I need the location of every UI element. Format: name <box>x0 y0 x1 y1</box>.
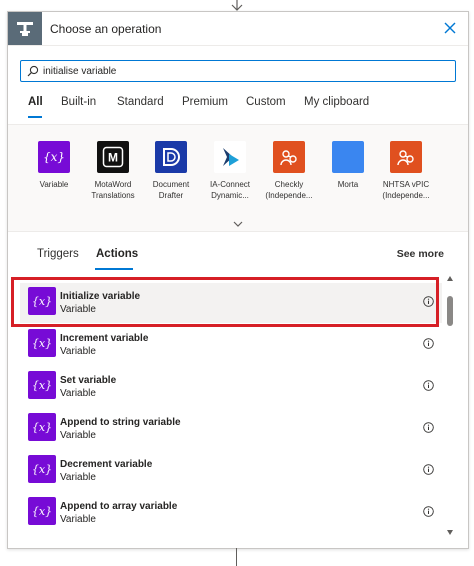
active-tab-indicator <box>95 268 133 270</box>
info-icon[interactable] <box>423 506 434 517</box>
connector-morta[interactable]: Morta <box>319 141 377 190</box>
connector-label: Morta <box>337 180 359 189</box>
action-subtitle: Variable <box>60 388 96 399</box>
tab-my-clipboard[interactable]: My clipboard <box>304 96 369 108</box>
close-icon <box>444 22 456 34</box>
action-title: Append to string variable <box>60 417 181 428</box>
nhtsa-icon <box>390 141 422 173</box>
tab-built-in[interactable]: Built-in <box>61 96 96 108</box>
connector-label: Document Drafter <box>152 180 190 200</box>
morta-icon <box>332 141 364 173</box>
connector-label: MotaWord Translations <box>91 180 135 200</box>
connector-line <box>236 548 237 566</box>
action-item-set-variable[interactable]: {x} Set variable Variable <box>20 367 442 407</box>
scroll-down-arrow-icon[interactable] <box>447 530 453 535</box>
info-icon[interactable] <box>423 422 434 433</box>
see-more-link[interactable]: See more <box>397 248 444 260</box>
variable-icon: {x} <box>28 329 56 357</box>
scrollbar[interactable] <box>445 276 455 540</box>
action-title: Initialize variable <box>60 291 141 302</box>
action-tabs: Triggers Actions See more <box>8 234 468 276</box>
action-subtitle: Variable <box>60 304 96 315</box>
close-button[interactable] <box>440 18 460 38</box>
document-drafter-icon <box>155 141 187 173</box>
variable-icon: {x} <box>38 141 70 173</box>
tab-actions[interactable]: Actions <box>96 248 138 260</box>
tab-standard[interactable]: Standard <box>117 96 164 108</box>
action-item-decrement-variable[interactable]: {x} Decrement variable Variable <box>20 451 442 491</box>
search-icon <box>27 65 39 77</box>
connector-document-drafter[interactable]: Document Drafter <box>142 141 200 201</box>
action-title: Decrement variable <box>60 459 153 470</box>
connector-variable[interactable]: {x} Variable <box>25 141 83 190</box>
action-item-append-to-array-variable[interactable]: {x} Append to array variable Variable <box>20 493 442 533</box>
info-icon[interactable] <box>423 296 434 307</box>
action-subtitle: Variable <box>60 514 96 525</box>
action-subtitle: Variable <box>60 430 96 441</box>
action-title: Increment variable <box>60 333 149 344</box>
connector-checkly[interactable]: Checkly (Independe... <box>260 141 318 201</box>
choose-operation-panel: Choose an operation All Built-in Standar… <box>7 11 469 549</box>
connector-label: Variable <box>39 180 69 189</box>
tab-custom[interactable]: Custom <box>246 96 286 108</box>
tab-premium[interactable]: Premium <box>182 96 228 108</box>
connectors-panel: {x} Variable M MotaWord Translations Doc… <box>8 124 468 232</box>
action-title: Set variable <box>60 375 117 386</box>
motaword-icon: M <box>97 141 129 173</box>
action-item-append-to-string-variable[interactable]: {x} Append to string variable Variable <box>20 409 442 449</box>
checkly-icon <box>273 141 305 173</box>
connector-nhtsa[interactable]: NHTSA vPIC (Independe... <box>377 141 435 201</box>
active-tab-indicator <box>28 116 42 118</box>
connector-motaword[interactable]: M MotaWord Translations <box>84 141 142 201</box>
variable-icon: {x} <box>28 371 56 399</box>
panel-title: Choose an operation <box>50 22 162 36</box>
variable-icon: {x} <box>28 287 56 315</box>
panel-header: Choose an operation <box>8 12 468 46</box>
variable-icon: {x} <box>28 413 56 441</box>
chevron-down-icon[interactable] <box>232 219 244 229</box>
search-box[interactable] <box>20 60 456 82</box>
connector-label: IA-Connect Dynamic... <box>209 180 251 200</box>
action-item-increment-variable[interactable]: {x} Increment variable Variable <box>20 325 442 365</box>
operation-icon <box>8 12 42 45</box>
action-subtitle: Variable <box>60 346 96 357</box>
tab-all[interactable]: All <box>28 96 43 108</box>
action-list: {x} Initialize variable Variable {x} Inc… <box>20 280 444 544</box>
ia-connect-icon <box>214 141 246 173</box>
connector-ia-connect[interactable]: IA-Connect Dynamic... <box>201 141 259 201</box>
svg-text:M: M <box>108 151 118 165</box>
scroll-up-arrow-icon[interactable] <box>447 276 453 281</box>
info-icon[interactable] <box>423 380 434 391</box>
variable-icon: {x} <box>28 455 56 483</box>
connector-label: NHTSA vPIC (Independe... <box>382 180 430 200</box>
page: Choose an operation All Built-in Standar… <box>0 0 474 566</box>
tab-triggers[interactable]: Triggers <box>37 248 79 260</box>
info-icon[interactable] <box>423 464 434 475</box>
info-icon[interactable] <box>423 338 434 349</box>
action-item-initialize-variable[interactable]: {x} Initialize variable Variable <box>20 283 442 323</box>
variable-icon: {x} <box>28 497 56 525</box>
connector-label: Checkly (Independe... <box>265 180 313 200</box>
action-title: Append to array variable <box>60 501 178 512</box>
action-subtitle: Variable <box>60 472 96 483</box>
scroll-thumb[interactable] <box>447 296 453 326</box>
search-input[interactable] <box>43 62 443 80</box>
